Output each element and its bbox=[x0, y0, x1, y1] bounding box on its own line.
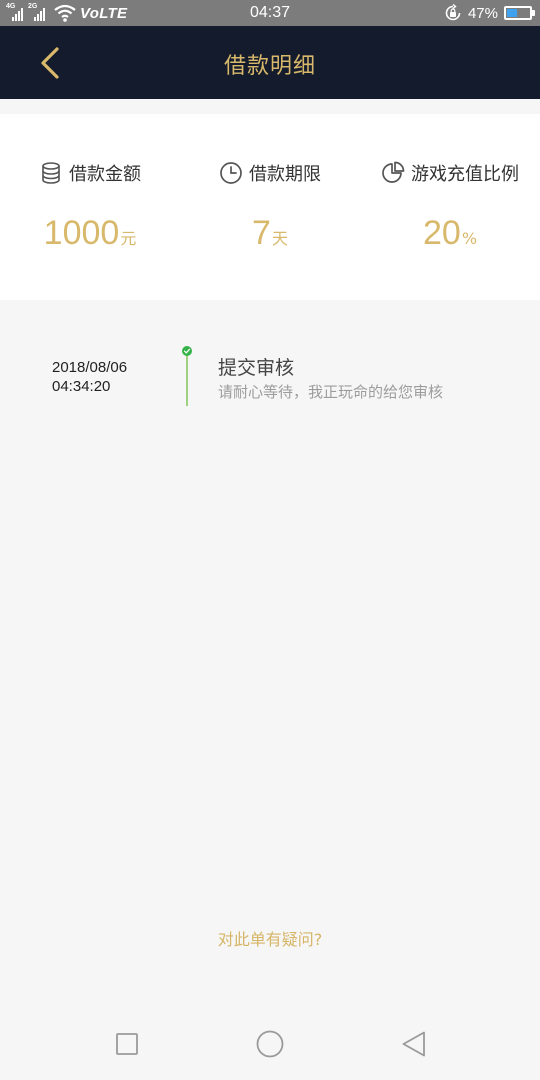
question-link[interactable]: 对此单有疑问? bbox=[0, 926, 540, 950]
timeline-time: 04:34:20 bbox=[52, 378, 111, 395]
stat-label: 借款金额 bbox=[69, 164, 141, 185]
back-triangle-icon bbox=[402, 1031, 425, 1057]
loan-term-stat: 借款期限 7天 bbox=[180, 114, 360, 300]
status-bar: 4G 2G VoLTE 04:37 47% bbox=[0, 0, 540, 26]
stat-value: 20 bbox=[422, 214, 461, 252]
status-right: 47% bbox=[444, 3, 535, 23]
stat-label: 借款期限 bbox=[249, 164, 321, 185]
timeline-description: 请耐心等待，我正玩命的给您审核 bbox=[218, 383, 444, 401]
timeline-line bbox=[186, 351, 188, 406]
home-button[interactable] bbox=[254, 1028, 286, 1060]
rotation-lock-icon bbox=[445, 4, 461, 21]
home-circle-icon bbox=[256, 1030, 284, 1058]
stat-unit: 元 bbox=[120, 229, 137, 248]
battery-icon bbox=[504, 6, 535, 20]
recents-square-icon bbox=[116, 1033, 138, 1055]
check-icon bbox=[182, 346, 192, 356]
loan-summary-card: 借款金额 1000元 借款期限 7天 游戏充值比例 20% bbox=[0, 114, 540, 300]
timeline-timestamp: 2018/08/06 04:34:20 bbox=[52, 358, 127, 396]
battery-level-fill bbox=[507, 9, 518, 17]
pie-chart-icon bbox=[382, 161, 405, 183]
battery-percent: 47% bbox=[467, 4, 498, 22]
system-nav-bar bbox=[0, 1008, 540, 1080]
clock-icon bbox=[220, 162, 242, 184]
system-back-button[interactable] bbox=[398, 1028, 430, 1060]
timeline-title: 提交审核 bbox=[218, 357, 295, 379]
nav-bar: 借款明细 bbox=[0, 26, 540, 99]
stat-value: 1000 bbox=[43, 214, 120, 252]
stat-value: 7 bbox=[252, 214, 271, 252]
stat-unit: % bbox=[461, 229, 478, 248]
coin-stack-icon bbox=[42, 162, 60, 184]
stat-unit: 天 bbox=[271, 229, 288, 248]
recents-button[interactable] bbox=[111, 1028, 143, 1060]
timeline-date: 2018/08/06 bbox=[52, 359, 128, 376]
recharge-ratio-stat: 游戏充值比例 20% bbox=[360, 114, 540, 300]
stat-label: 游戏充值比例 bbox=[411, 164, 519, 185]
loan-amount-stat: 借款金额 1000元 bbox=[0, 114, 180, 300]
page-title: 借款明细 bbox=[223, 54, 316, 79]
